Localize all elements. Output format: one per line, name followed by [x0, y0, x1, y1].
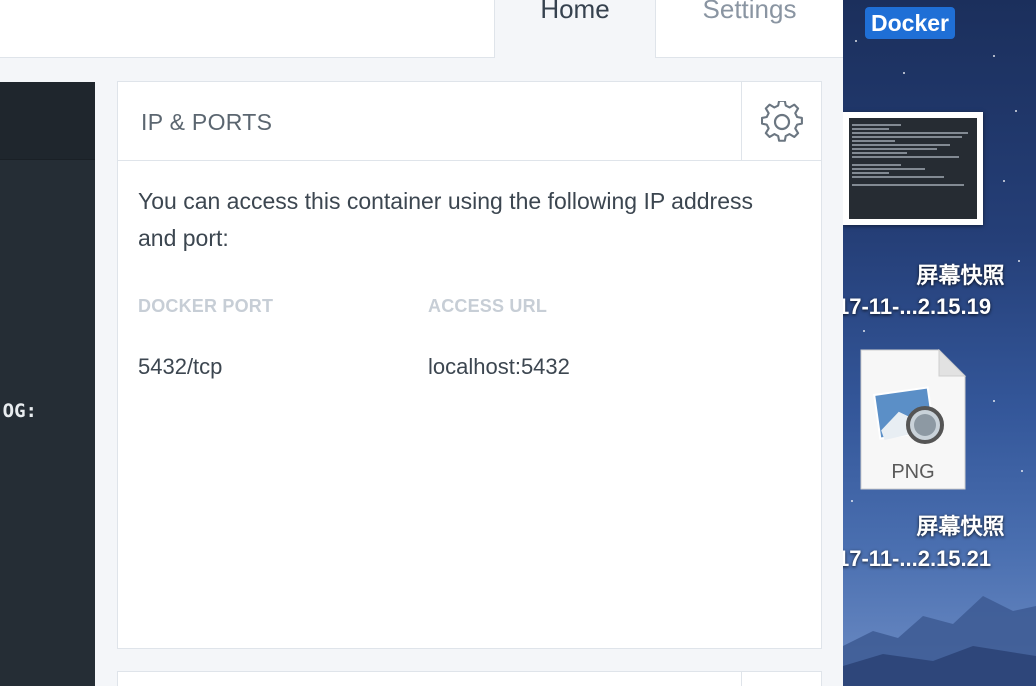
docker-folder-label[interactable]: Docker [865, 7, 955, 39]
star [851, 500, 853, 502]
star [1015, 110, 1017, 112]
log-line: OG: [2, 400, 37, 422]
star [993, 400, 995, 402]
next-card [117, 671, 822, 686]
search-area[interactable] [0, 0, 495, 58]
star [993, 55, 995, 57]
desktop-background: Docker 屏幕快照 17-11-...2.15.19 PNG 屏幕快照 17… [843, 0, 1036, 686]
tab-home-label: Home [540, 0, 610, 24]
tab-settings-label: Settings [702, 0, 797, 24]
ip-ports-card: IP & PORTS You can access this container… [117, 81, 822, 649]
card-divider [741, 672, 742, 686]
star [1003, 180, 1005, 182]
container-log-panel[interactable]: OG: [0, 82, 95, 686]
file-name-line2[interactable]: 17-11-...2.15.21 [843, 545, 1030, 573]
star [863, 330, 865, 332]
png-file-icon[interactable]: PNG [859, 349, 967, 490]
star [903, 72, 905, 74]
card-title: IP & PORTS [141, 109, 273, 135]
tab-home[interactable]: Home [494, 0, 656, 58]
card-header: IP & PORTS [118, 82, 821, 161]
gear-icon [760, 100, 803, 142]
docker-port-value: 5432/tcp [138, 354, 223, 379]
access-url-link[interactable]: localhost:5432 [428, 354, 570, 380]
file-name-line1[interactable]: 屏幕快照 [843, 262, 1036, 290]
tab-settings[interactable]: Settings [656, 0, 843, 58]
top-bar: Home Settings [0, 0, 843, 58]
file-name-line1[interactable]: 屏幕快照 [843, 513, 1036, 541]
mountain-silhouette [843, 596, 1036, 686]
screenshot-thumbnail[interactable] [843, 112, 983, 225]
kitematic-window: Home Settings OG: IP & PORTS You can acc… [0, 0, 843, 686]
thumbnail-log-preview [849, 118, 977, 219]
png-type-label: PNG [891, 461, 934, 483]
column-header-access-url: ACCESS URL [428, 296, 548, 316]
settings-button[interactable] [741, 82, 821, 161]
log-panel-header [0, 82, 95, 160]
star [1021, 470, 1023, 472]
column-header-docker-port: DOCKER PORT [138, 296, 274, 316]
card-description: You can access this container using the … [138, 188, 753, 251]
file-name-line2[interactable]: 17-11-...2.15.19 [843, 293, 1030, 321]
star [855, 40, 857, 42]
